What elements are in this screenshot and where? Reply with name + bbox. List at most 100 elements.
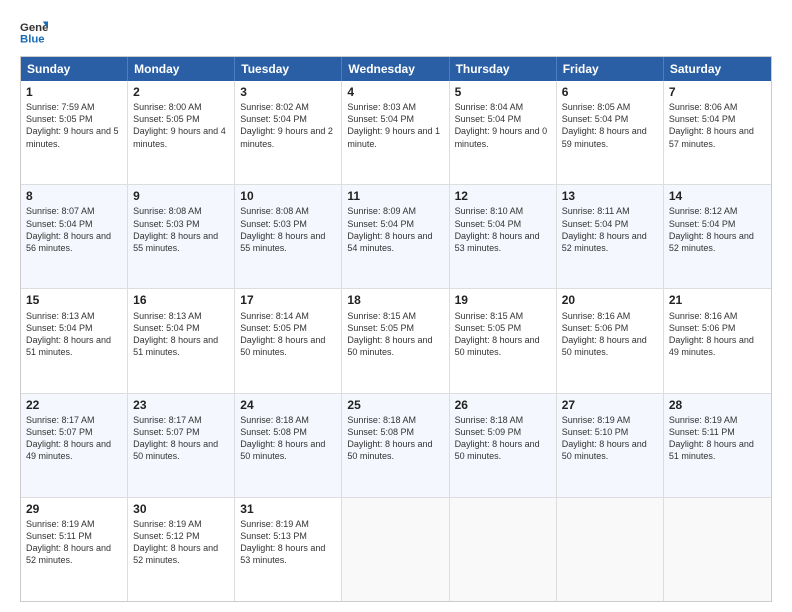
day-info: Sunrise: 8:00 AMSunset: 5:05 PMDaylight:…: [133, 101, 229, 150]
day-info: Sunrise: 8:11 AMSunset: 5:04 PMDaylight:…: [562, 205, 658, 254]
day-number: 7: [669, 84, 766, 100]
day-number: 24: [240, 397, 336, 413]
day-info: Sunrise: 8:16 AMSunset: 5:06 PMDaylight:…: [562, 310, 658, 359]
header-day-friday: Friday: [557, 57, 664, 81]
day-number: 10: [240, 188, 336, 204]
calendar-week-4: 22Sunrise: 8:17 AMSunset: 5:07 PMDayligh…: [21, 393, 771, 497]
calendar-week-5: 29Sunrise: 8:19 AMSunset: 5:11 PMDayligh…: [21, 497, 771, 601]
calendar-cell: 21 Sunrise: 8:16 AMSunset: 5:06 PMDayligh…: [664, 289, 771, 392]
day-number: 14: [669, 188, 766, 204]
calendar-cell: 31Sunrise: 8:19 AMSunset: 5:13 PMDayligh…: [235, 498, 342, 601]
day-number: 12: [455, 188, 551, 204]
day-info: Sunrise: 8:19 AMSunset: 5:10 PMDaylight:…: [562, 414, 658, 463]
day-number: 5: [455, 84, 551, 100]
day-number: 21: [669, 292, 766, 308]
day-info: Sunrise: 8:19 AMSunset: 5:12 PMDaylight:…: [133, 518, 229, 567]
calendar-cell: 8Sunrise: 8:07 AMSunset: 5:04 PMDaylight…: [21, 185, 128, 288]
day-info: Sunrise: 8:16 AMSunset: 5:06 PMDaylight:…: [669, 310, 766, 359]
calendar-week-2: 8Sunrise: 8:07 AMSunset: 5:04 PMDaylight…: [21, 184, 771, 288]
day-info: Sunrise: 8:12 AMSunset: 5:04 PMDaylight:…: [669, 205, 766, 254]
day-info: Sunrise: 8:08 AMSunset: 5:03 PMDaylight:…: [240, 205, 336, 254]
calendar-cell: 13Sunrise: 8:11 AMSunset: 5:04 PMDayligh…: [557, 185, 664, 288]
day-info: Sunrise: 8:18 AMSunset: 5:08 PMDaylight:…: [347, 414, 443, 463]
day-info: Sunrise: 8:15 AMSunset: 5:05 PMDaylight:…: [347, 310, 443, 359]
calendar-cell: 4Sunrise: 8:03 AMSunset: 5:04 PMDaylight…: [342, 81, 449, 184]
calendar-cell: 28Sunrise: 8:19 AMSunset: 5:11 PMDayligh…: [664, 394, 771, 497]
day-number: 8: [26, 188, 122, 204]
header-day-wednesday: Wednesday: [342, 57, 449, 81]
day-info: Sunrise: 8:14 AMSunset: 5:05 PMDaylight:…: [240, 310, 336, 359]
day-info: Sunrise: 8:08 AMSunset: 5:03 PMDaylight:…: [133, 205, 229, 254]
day-number: 2: [133, 84, 229, 100]
calendar-cell: 15 Sunrise: 8:13 AMSunset: 5:04 PMDayligh…: [21, 289, 128, 392]
day-number: 9: [133, 188, 229, 204]
day-info: Sunrise: 8:18 AMSunset: 5:08 PMDaylight:…: [240, 414, 336, 463]
calendar-cell: 16 Sunrise: 8:13 AMSunset: 5:04 PMDayligh…: [128, 289, 235, 392]
day-info: Sunrise: 8:03 AMSunset: 5:04 PMDaylight:…: [347, 101, 443, 150]
day-number: 30: [133, 501, 229, 517]
calendar-cell: 19 Sunrise: 8:15 AMSunset: 5:05 PMDayligh…: [450, 289, 557, 392]
day-info: Sunrise: 8:19 AMSunset: 5:13 PMDaylight:…: [240, 518, 336, 567]
calendar-cell: 20Sunrise: 8:16 AMSunset: 5:06 PMDayligh…: [557, 289, 664, 392]
calendar-cell: 1Sunrise: 7:59 AMSunset: 5:05 PMDaylight…: [21, 81, 128, 184]
calendar-cell: [664, 498, 771, 601]
day-info: Sunrise: 8:02 AMSunset: 5:04 PMDaylight:…: [240, 101, 336, 150]
calendar-cell: 30Sunrise: 8:19 AMSunset: 5:12 PMDayligh…: [128, 498, 235, 601]
calendar-cell: 29Sunrise: 8:19 AMSunset: 5:11 PMDayligh…: [21, 498, 128, 601]
calendar-cell: 14Sunrise: 8:12 AMSunset: 5:04 PMDayligh…: [664, 185, 771, 288]
day-number: 3: [240, 84, 336, 100]
calendar-cell: 26Sunrise: 8:18 AMSunset: 5:09 PMDayligh…: [450, 394, 557, 497]
calendar-cell: 5Sunrise: 8:04 AMSunset: 5:04 PMDaylight…: [450, 81, 557, 184]
header-day-monday: Monday: [128, 57, 235, 81]
day-info: Sunrise: 8:18 AMSunset: 5:09 PMDaylight:…: [455, 414, 551, 463]
calendar-cell: 3Sunrise: 8:02 AMSunset: 5:04 PMDaylight…: [235, 81, 342, 184]
day-number: 29: [26, 501, 122, 517]
day-info: Sunrise: 8:10 AMSunset: 5:04 PMDaylight:…: [455, 205, 551, 254]
day-number: 27: [562, 397, 658, 413]
header-day-sunday: Sunday: [21, 57, 128, 81]
calendar-cell: 24Sunrise: 8:18 AMSunset: 5:08 PMDayligh…: [235, 394, 342, 497]
logo: General Blue: [20, 18, 48, 46]
day-info: Sunrise: 8:19 AMSunset: 5:11 PMDaylight:…: [26, 518, 122, 567]
calendar-cell: 22Sunrise: 8:17 AMSunset: 5:07 PMDayligh…: [21, 394, 128, 497]
svg-text:General: General: [20, 22, 48, 34]
day-number: 31: [240, 501, 336, 517]
day-number: 15: [26, 292, 122, 308]
calendar-cell: 6Sunrise: 8:05 AMSunset: 5:04 PMDaylight…: [557, 81, 664, 184]
calendar-cell: 17Sunrise: 8:14 AMSunset: 5:05 PMDayligh…: [235, 289, 342, 392]
day-info: Sunrise: 8:07 AMSunset: 5:04 PMDaylight:…: [26, 205, 122, 254]
day-info: Sunrise: 8:13 AMSunset: 5:04 PMDaylight:…: [26, 310, 122, 359]
day-number: 28: [669, 397, 766, 413]
day-info: Sunrise: 7:59 AMSunset: 5:05 PMDaylight:…: [26, 101, 122, 150]
day-info: Sunrise: 8:17 AMSunset: 5:07 PMDaylight:…: [26, 414, 122, 463]
calendar-cell: 7Sunrise: 8:06 AMSunset: 5:04 PMDaylight…: [664, 81, 771, 184]
day-number: 4: [347, 84, 443, 100]
calendar-week-3: 15 Sunrise: 8:13 AMSunset: 5:04 PMDayligh…: [21, 288, 771, 392]
day-info: Sunrise: 8:09 AMSunset: 5:04 PMDaylight:…: [347, 205, 443, 254]
day-info: Sunrise: 8:15 AMSunset: 5:05 PMDaylight:…: [455, 310, 551, 359]
day-number: 26: [455, 397, 551, 413]
day-info: Sunrise: 8:13 AMSunset: 5:04 PMDaylight:…: [133, 310, 229, 359]
svg-text:Blue: Blue: [20, 34, 45, 46]
day-info: Sunrise: 8:04 AMSunset: 5:04 PMDaylight:…: [455, 101, 551, 150]
calendar-header: SundayMondayTuesdayWednesdayThursdayFrid…: [21, 57, 771, 81]
calendar-cell: 11Sunrise: 8:09 AMSunset: 5:04 PMDayligh…: [342, 185, 449, 288]
calendar-cell: 9Sunrise: 8:08 AMSunset: 5:03 PMDaylight…: [128, 185, 235, 288]
calendar-cell: 25Sunrise: 8:18 AMSunset: 5:08 PMDayligh…: [342, 394, 449, 497]
header-day-thursday: Thursday: [450, 57, 557, 81]
day-number: 16: [133, 292, 229, 308]
calendar: SundayMondayTuesdayWednesdayThursdayFrid…: [20, 56, 772, 602]
day-info: Sunrise: 8:17 AMSunset: 5:07 PMDaylight:…: [133, 414, 229, 463]
day-number: 11: [347, 188, 443, 204]
day-number: 19: [455, 292, 551, 308]
header: General Blue: [20, 18, 772, 46]
calendar-week-1: 1Sunrise: 7:59 AMSunset: 5:05 PMDaylight…: [21, 81, 771, 184]
day-number: 22: [26, 397, 122, 413]
calendar-cell: [557, 498, 664, 601]
header-day-tuesday: Tuesday: [235, 57, 342, 81]
calendar-cell: [450, 498, 557, 601]
day-number: 23: [133, 397, 229, 413]
header-day-saturday: Saturday: [664, 57, 771, 81]
day-info: Sunrise: 8:06 AMSunset: 5:04 PMDaylight:…: [669, 101, 766, 150]
page: General Blue SundayMondayTuesdayWednesda…: [0, 0, 792, 612]
